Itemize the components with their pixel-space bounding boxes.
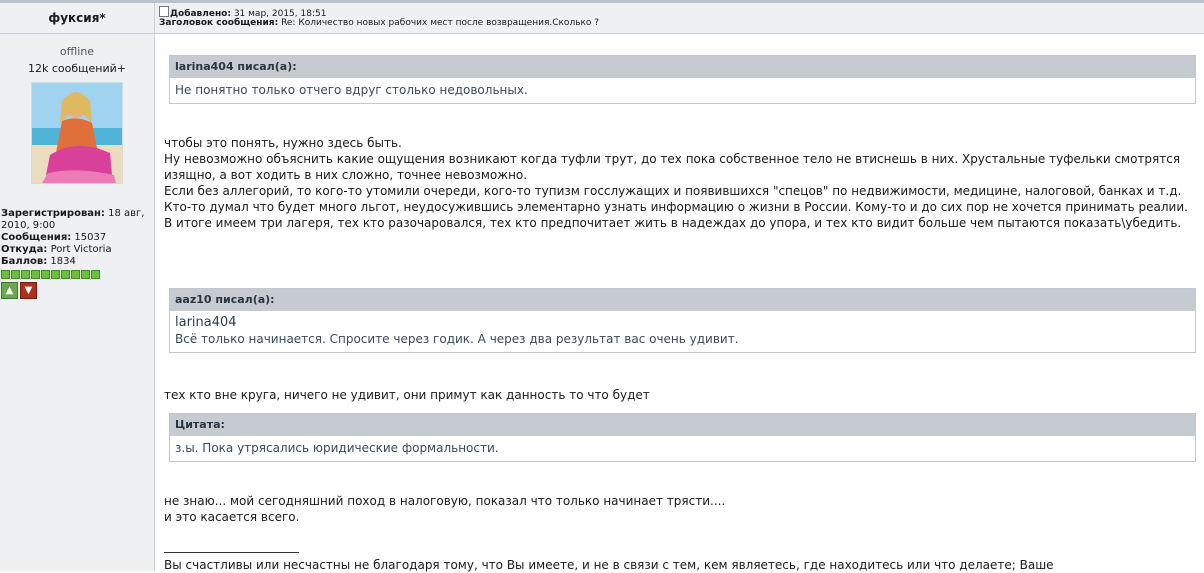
subject-value: Re: Количество новых рабочих мест после …: [281, 18, 600, 28]
reputation-square: [81, 270, 90, 279]
thumbs-up-icon[interactable]: ▲: [1, 282, 18, 299]
signature-divider: [164, 552, 299, 553]
post-header: Добавлено: 31 мар, 2015, 18:51 Заголовок…: [155, 3, 1204, 34]
posts-label: Сообщения:: [1, 232, 72, 243]
reputation-square: [31, 270, 40, 279]
quote-text: з.ы. Пока утрясались юридические формаль…: [175, 441, 499, 455]
quote-text: Не понятно только отчего вдруг столько н…: [175, 83, 528, 97]
reputation-square: [61, 270, 70, 279]
text-line: Кто-то думал что будет много льгот, неуд…: [164, 200, 1188, 230]
registered-label: Зарегистрирован:: [1, 208, 105, 219]
quote-body: larina404 Всё только начинается. Спросит…: [170, 311, 1195, 352]
quote-block-2: aaz10 писал(а): larina404 Всё только нач…: [169, 288, 1196, 353]
avatar-image: [32, 83, 122, 183]
post-icon[interactable]: [159, 6, 169, 17]
reputation-square: [21, 270, 30, 279]
quote-header: larina404 писал(а):: [170, 56, 1195, 78]
reputation-square: [51, 270, 60, 279]
post-count-rank: 12k сообщений+: [28, 62, 126, 75]
quote-block-3: Цитата: з.ы. Пока утрясались юридические…: [169, 413, 1196, 462]
thumbs-down-icon[interactable]: ▼: [20, 282, 37, 299]
text-line: чтобы это понять, нужно здесь быть.: [164, 136, 402, 150]
from-label: Откуда:: [1, 244, 48, 255]
vote-buttons: ▲ ▼: [0, 282, 154, 299]
text-line: Ну невозможно объяснить какие ощущения в…: [164, 152, 1181, 182]
reputation-square: [1, 270, 10, 279]
post-text-3: не знаю... мой сегодняшний поход в налог…: [164, 493, 1194, 525]
text-line: и это касается всего.: [164, 510, 300, 524]
posts-value: 15037: [74, 232, 107, 243]
profile-info: Зарегистрирован: 18 авг, 2010, 9:00 Сооб…: [0, 208, 154, 268]
reputation-square: [11, 270, 20, 279]
points-label: Баллов:: [1, 256, 48, 267]
quote-block-1: larina404 писал(а): Не понятно только от…: [169, 55, 1196, 104]
quote-header: aaz10 писал(а):: [170, 289, 1195, 311]
text-line: не знаю... мой сегодняшний поход в налог…: [164, 494, 726, 508]
subject-label: Заголовок сообщения:: [159, 18, 279, 28]
post-text-2: тех кто вне круга, ничего не удивит, они…: [164, 388, 650, 402]
reputation-square: [91, 270, 100, 279]
text-line: Если без аллегорий, то кого-то утомили о…: [164, 184, 1182, 198]
online-status: offline: [59, 45, 95, 58]
quote-text: Всё только начинается. Спросите через го…: [175, 332, 739, 346]
reputation-square: [71, 270, 80, 279]
author-column: фуксия* offline 12k сообщений+ Зарегистр…: [0, 3, 155, 571]
quote-header: Цитата:: [170, 414, 1195, 436]
avatar[interactable]: [31, 82, 123, 184]
from-value: Port Victoria: [50, 244, 112, 255]
points-value: 1834: [50, 256, 76, 267]
post-text-1: чтобы это понять, нужно здесь быть. Ну н…: [164, 135, 1194, 231]
reputation-bar: [0, 270, 154, 279]
author-name[interactable]: фуксия*: [0, 3, 154, 34]
quoted-username: larina404: [175, 315, 237, 330]
reputation-square: [41, 270, 50, 279]
